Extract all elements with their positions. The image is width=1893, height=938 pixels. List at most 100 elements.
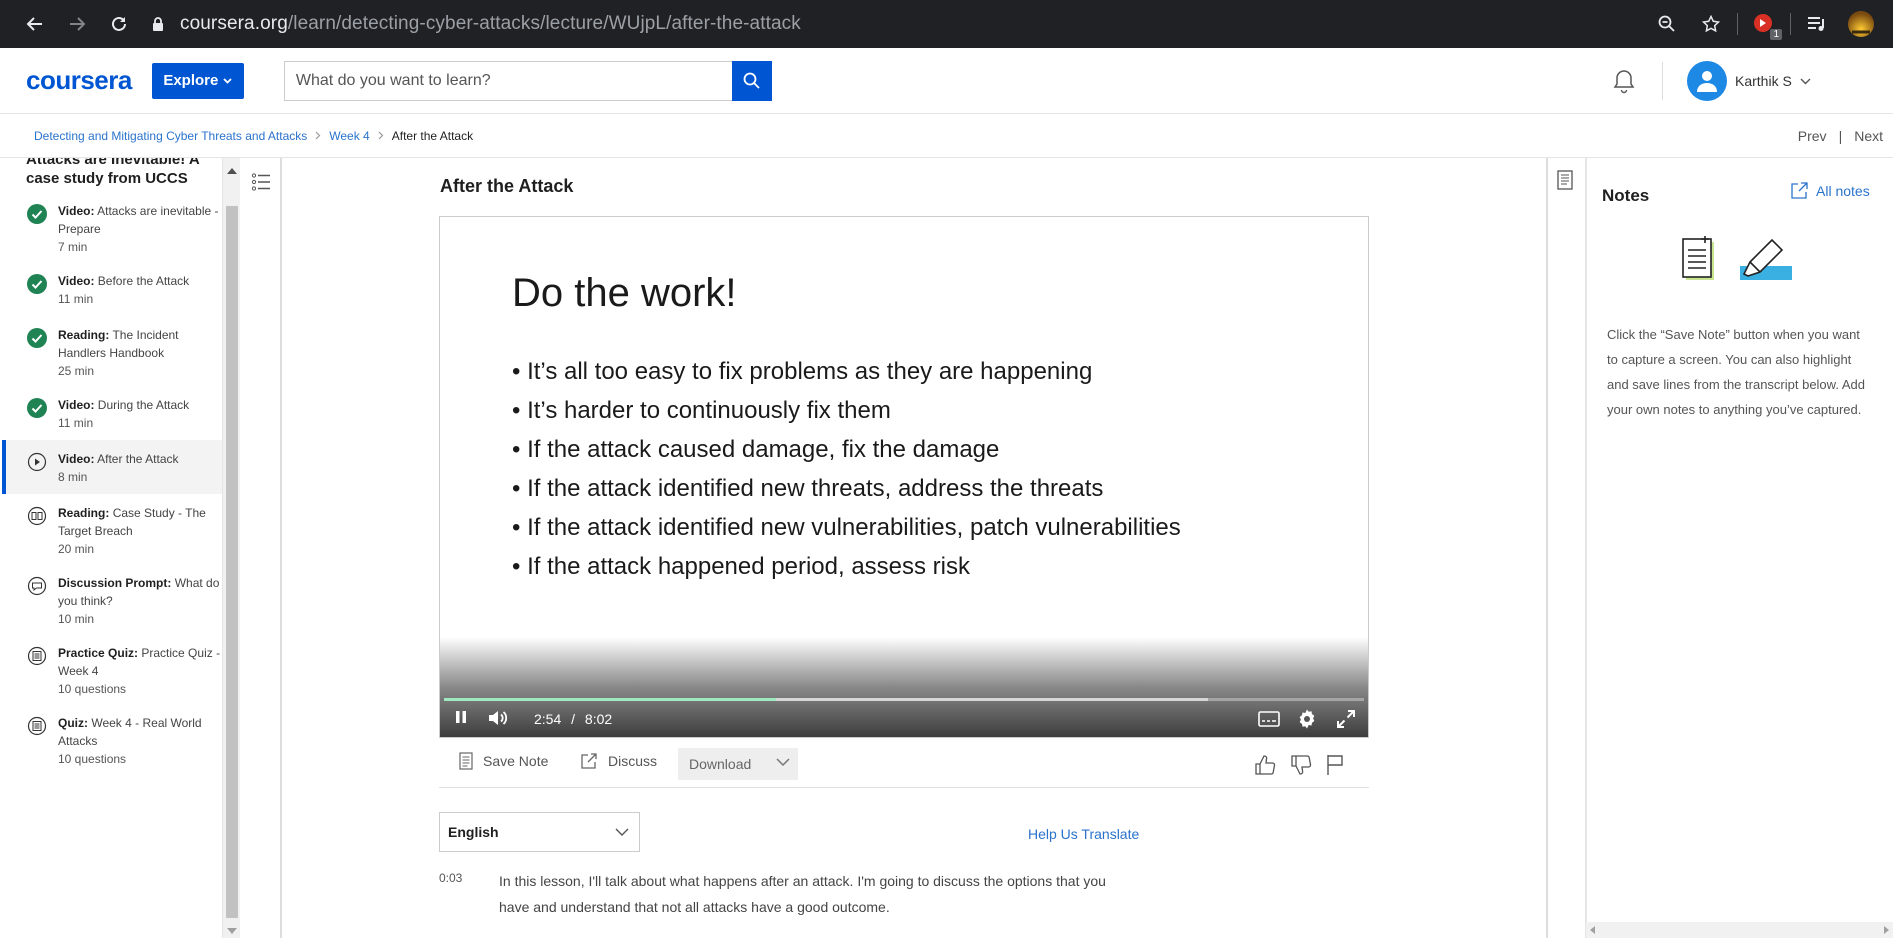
sidebar-item[interactable]: Practice Quiz: Practice Quiz - Week 4 10 …: [2, 634, 222, 704]
scroll-down-arrow-icon[interactable]: [227, 928, 237, 934]
total-time: 8:02: [584, 711, 613, 727]
chevron-down-icon: [1800, 78, 1811, 84]
sidebar-item-type: Video:: [58, 274, 95, 288]
thumbs-up-icon[interactable]: [1254, 754, 1276, 776]
fullscreen-icon[interactable]: [1336, 709, 1356, 729]
extension-badge: 1: [1770, 29, 1782, 40]
url-host: coursera.org: [180, 13, 288, 34]
sidebar-item[interactable]: Quiz: Week 4 - Real World Attacks 10 ques…: [2, 704, 222, 774]
table-of-contents-icon[interactable]: [246, 168, 276, 196]
scrollbar-thumb[interactable]: [226, 206, 238, 918]
chevron-down-icon: [776, 758, 790, 767]
sidebar-item[interactable]: Discussion Prompt: What do you think? 10 …: [2, 564, 222, 634]
zoom-icon[interactable]: [1649, 6, 1685, 42]
all-notes-link[interactable]: All notes: [1791, 182, 1870, 199]
slide-bullets: It’s all too easy to fix problems as the…: [512, 352, 1181, 586]
help-us-translate-link[interactable]: Help Us Translate: [1028, 826, 1139, 842]
sidebar-item-title: Reading: The Incident Handlers Handbook: [58, 326, 222, 362]
address-bar[interactable]: coursera.org/learn/detecting-cyber-attac…: [138, 6, 1718, 42]
breadcrumb-course-link[interactable]: Detecting and Mitigating Cyber Threats a…: [34, 129, 307, 143]
video-player[interactable]: Do the work! It’s all too easy to fix pr…: [439, 216, 1369, 738]
current-time: 2:54: [534, 711, 562, 727]
user-menu[interactable]: Karthik S: [1687, 61, 1811, 101]
search-button[interactable]: [731, 60, 772, 101]
slide-title: Do the work!: [512, 271, 737, 315]
back-arrow-icon[interactable]: [14, 6, 56, 42]
toolbar-separator: [1790, 13, 1791, 35]
save-note-button[interactable]: Save Note: [459, 752, 548, 770]
header-divider: [1662, 62, 1663, 100]
bookmark-star-icon[interactable]: [1693, 6, 1729, 42]
sidebar-item[interactable]: Reading: The Incident Handlers Handbook 2…: [2, 316, 222, 386]
prev-link[interactable]: Prev: [1798, 128, 1827, 144]
quiz-icon: [27, 646, 47, 666]
explore-label: Explore: [163, 72, 219, 89]
settings-gear-icon[interactable]: [1297, 709, 1317, 729]
scroll-up-arrow-icon[interactable]: [227, 168, 237, 174]
extension-icon[interactable]: 1: [1746, 6, 1782, 42]
toolbar-separator: [1737, 13, 1738, 35]
transcript-language-select[interactable]: English: [439, 812, 640, 852]
sidebar-item[interactable]: Video: Attacks are inevitable - Prepare 7…: [2, 192, 222, 262]
sidebar-item-type: Video:: [58, 452, 95, 466]
slide-bullet: It’s all too easy to fix problems as the…: [512, 352, 1181, 391]
download-dropdown[interactable]: Download: [678, 748, 798, 780]
scroll-right-arrow-icon[interactable]: [1883, 926, 1889, 934]
flag-icon[interactable]: [1326, 754, 1344, 776]
thumbs-down-icon[interactable]: [1290, 754, 1312, 776]
explore-button[interactable]: Explore: [151, 62, 244, 99]
lock-icon: [152, 16, 168, 32]
toc-strip: [242, 158, 282, 938]
transcript-text[interactable]: In this lesson, I'll talk about what hap…: [499, 868, 1139, 920]
volume-icon[interactable]: [488, 709, 510, 727]
sidebar-item[interactable]: Video: During the Attack 11 min: [2, 386, 222, 440]
notifications-bell-icon[interactable]: [1612, 68, 1636, 94]
scroll-left-arrow-icon[interactable]: [1590, 926, 1596, 934]
chevron-right-icon: [315, 131, 321, 140]
captions-icon[interactable]: [1258, 711, 1280, 727]
pause-icon[interactable]: [454, 709, 468, 725]
reload-icon[interactable]: [98, 6, 140, 42]
transcript-timestamp[interactable]: 0:03: [439, 871, 462, 885]
search-box: What do you want to learn?: [283, 60, 772, 101]
media-queue-icon[interactable]: [1799, 6, 1835, 42]
module-title: Attacks are Inevitable! A case study fro…: [26, 158, 200, 187]
user-name: Karthik S: [1735, 73, 1792, 89]
notes-horizontal-scrollbar[interactable]: [1586, 922, 1893, 938]
notes-panel-toggle-icon[interactable]: [1556, 170, 1574, 190]
check-icon: [27, 204, 47, 224]
sidebar-item-title: Discussion Prompt: What do you think?: [58, 574, 222, 610]
sidebar-item-duration: 11 min: [58, 416, 94, 430]
sidebar-item-duration: 8 min: [58, 470, 88, 484]
next-link[interactable]: Next: [1854, 128, 1883, 144]
sidebar-item[interactable]: Video: Before the Attack 11 min: [2, 262, 222, 316]
save-note-label: Save Note: [483, 753, 549, 769]
chevron-down-icon: [223, 77, 232, 84]
sidebar-item-duration: 11 min: [58, 292, 94, 306]
video-controls: 2:54 / 8:02: [440, 701, 1368, 737]
breadcrumb-week-link[interactable]: Week 4: [329, 129, 369, 143]
sidebar-item-title: Reading: Case Study - The Target Breach: [58, 504, 222, 540]
sidebar-item-type: Reading:: [58, 328, 110, 342]
sidebar-item-title: Video: Attacks are inevitable - Prepare: [58, 202, 222, 238]
sidebar-item-label: Before the Attack: [97, 274, 190, 288]
sidebar-item-type: Video:: [58, 398, 95, 412]
sidebar-item[interactable]: Reading: Case Study - The Target Breach 2…: [2, 494, 222, 564]
nav-divider: |: [1838, 128, 1843, 144]
sidebar-item-title: Video: Before the Attack: [58, 272, 222, 290]
note-icon: [459, 752, 473, 770]
sidebar-scrollbar[interactable]: [222, 158, 240, 938]
search-input[interactable]: What do you want to learn?: [283, 60, 732, 101]
coursera-logo[interactable]: coursera: [26, 65, 132, 96]
notes-panel: Notes All notes Click the “Save Note” bu…: [1586, 158, 1893, 938]
notes-illustration: [1682, 236, 1794, 286]
sidebar-item[interactable]: Video: After the Attack 8 min: [2, 440, 222, 494]
check-icon: [27, 328, 47, 348]
profile-avatar-icon[interactable]: [1843, 6, 1879, 42]
forward-arrow-icon[interactable]: [56, 6, 98, 42]
discuss-button[interactable]: Discuss: [580, 752, 657, 770]
sidebar-item-duration: 20 min: [58, 542, 95, 556]
slide-bullet: If the attack identified new threats, ad…: [512, 469, 1181, 508]
breadcrumb-current: After the Attack: [391, 128, 474, 143]
check-icon: [27, 398, 47, 418]
